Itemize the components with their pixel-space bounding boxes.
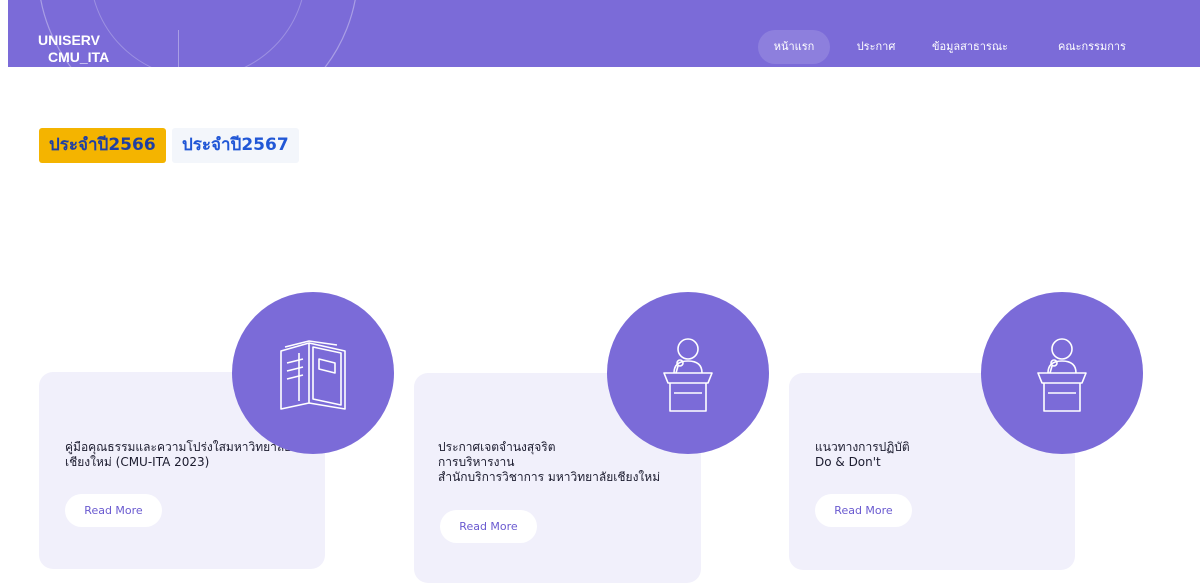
book-icon — [280, 340, 346, 410]
speaker-podium-icon — [663, 338, 713, 412]
tab-year-2566[interactable]: ประจำปี2566 — [39, 128, 166, 163]
card-title-line: Do & Don't — [815, 455, 881, 469]
nav-item-home[interactable]: หน้าแรก — [758, 30, 830, 64]
nav-item-public-info[interactable]: ข้อมูลสาธารณะ — [920, 30, 1020, 64]
page: UNISERV CMU_ITA หน้าแรก ประกาศ ข้อมูลสาธ… — [0, 0, 1200, 583]
read-more-button[interactable]: Read More — [815, 494, 912, 527]
card-title-line: ประกาศเจตจำนงสุจริต — [438, 440, 556, 454]
main-nav: หน้าแรก ประกาศ ข้อมูลสาธารณะ คณะกรรมการ — [8, 30, 1200, 64]
card-title-line: การบริหารงาน — [438, 455, 515, 469]
nav-item-committee[interactable]: คณะกรรมการ — [1044, 30, 1140, 64]
card-icon-circle — [981, 292, 1143, 454]
tab-year-2567[interactable]: ประจำปี2567 — [172, 128, 299, 163]
header-bar: UNISERV CMU_ITA หน้าแรก ประกาศ ข้อมูลสาธ… — [8, 0, 1200, 67]
card-icon-circle — [232, 292, 394, 454]
card-title: คู่มือคุณธรรมและความโปร่งใสมหาวิทยาลัย เ… — [65, 440, 291, 470]
card-title-line: เชียงใหม่ (CMU-ITA 2023) — [65, 455, 210, 469]
card-icon-circle — [607, 292, 769, 454]
card-title: แนวทางการปฏิบัติ Do & Don't — [815, 440, 910, 470]
card-title-line: คู่มือคุณธรรมและความโปร่งใสมหาวิทยาลัย — [65, 440, 292, 454]
card-title-line: แนวทางการปฏิบัติ — [815, 440, 910, 454]
card-title: ประกาศเจตจำนงสุจริต การบริหารงาน สำนักบร… — [438, 440, 660, 485]
read-more-button[interactable]: Read More — [440, 510, 537, 543]
read-more-button[interactable]: Read More — [65, 494, 162, 527]
speaker-podium-icon — [1037, 338, 1087, 412]
nav-item-announcements[interactable]: ประกาศ — [846, 30, 906, 64]
card-title-line: สำนักบริการวิชาการ มหาวิทยาลัยเชียงใหม่ — [438, 470, 661, 484]
